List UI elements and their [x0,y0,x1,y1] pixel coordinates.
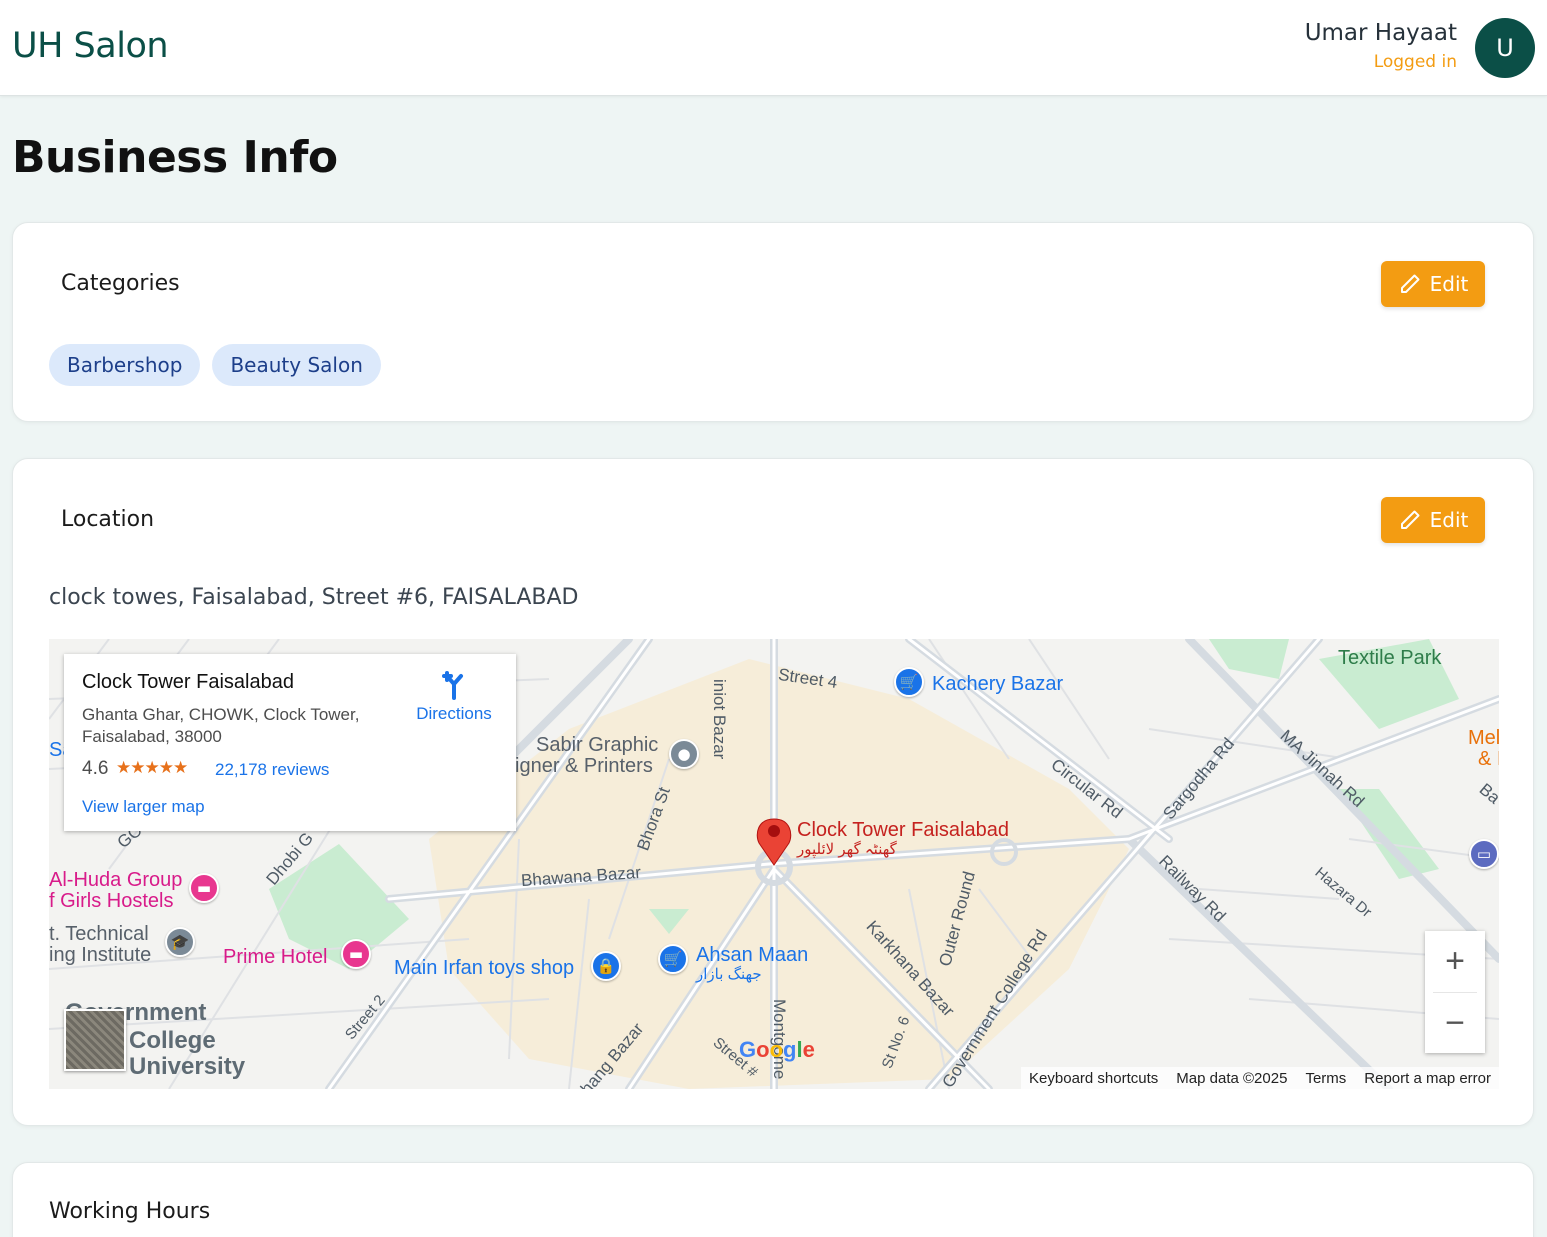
brand-title[interactable]: UH Salon [12,26,169,66]
pencil-icon [1400,510,1420,529]
pencil-icon [1400,274,1420,293]
user-name: Umar Hayaat [1304,20,1457,46]
map-marker-label-urdu: گھنٹہ گھر لائلپور [797,841,897,858]
map-label-sabir-graphic: Sabir Graphic [536,734,659,756]
shopping-cart-icon: 🛒 [894,667,924,697]
map-label-sabir-graphic-2: igner & Printers [515,755,653,777]
location-edit-button[interactable]: Edit [1381,497,1485,543]
map-label-prime-hotel: Prime Hotel [223,946,328,968]
map-label-ahsan-maan-urdu: جھنگ بازار [696,966,762,983]
map-embed[interactable]: Kachery Bazar 🛒 Textile Park Sabir Graph… [49,639,1499,1089]
satellite-toggle[interactable] [64,1009,126,1071]
map-label-kachery-bazar: Kachery Bazar [932,673,1064,695]
reviews-link[interactable]: 22,178 reviews [215,760,329,780]
google-logo: Google [739,1037,815,1062]
place-name: Clock Tower Faisalabad [82,671,294,693]
map-label-al-huda-2: f Girls Hostels [49,890,174,912]
view-larger-map-link[interactable]: View larger map [82,797,205,817]
school-icon: 🎓 [165,927,195,957]
shopping-cart-icon: 🛒 [658,944,688,974]
place-icon: ● [669,739,699,769]
directions-icon [442,671,463,700]
place-address: Ghanta Ghar, CHOWK, Clock Tower, Faisala… [82,705,360,746]
categories-card: Categories Edit Barbershop Beauty Salon [12,222,1534,422]
user-status: Logged in [1373,52,1457,72]
map-label-technical-2: ing Institute [49,944,152,966]
map-footer: Keyboard shortcuts Map data ©2025 Terms … [1021,1067,1499,1089]
business-address: clock towes, Faisalabad, Street #6, FAIS… [49,585,579,610]
location-title: Location [61,507,155,532]
map-marker-label: Clock Tower Faisalabad [797,819,1009,841]
map-label-technical: t. Technical [49,923,149,945]
directions-button[interactable]: Directions [404,670,504,724]
edit-label: Edit [1429,272,1469,296]
page-title: Business Info [12,132,338,183]
map-label-govt-college-2: College [129,1027,216,1054]
hotel-icon: ▬ [189,873,219,903]
map-label-al-huda: Al-Huda Group [49,869,183,891]
map-label-ahsan-maan: Ahsan Maan [696,944,809,966]
hotel-icon: ▬ [341,939,371,969]
edit-label: Edit [1429,508,1469,532]
directions-label: Directions [416,704,492,723]
map-label-main-irfan: Main Irfan toys shop [394,957,575,979]
categories-edit-button[interactable]: Edit [1381,261,1485,307]
categories-title: Categories [61,271,180,296]
bus-icon: ▭ [1469,839,1499,869]
rating-stars-icon: ★★★★★ [116,758,188,777]
category-chip: Barbershop [49,344,201,386]
working-hours-card: Working Hours [12,1162,1534,1237]
avatar[interactable]: U [1475,18,1535,78]
shopping-bag-icon: 🔒 [591,951,621,981]
place-info-card: Clock Tower Faisalabad Ghanta Ghar, CHOW… [64,654,516,831]
top-bar: UH Salon Umar Hayaat Logged in U [0,0,1547,96]
map-data-text: Map data ©2025 [1176,1069,1288,1087]
keyboard-shortcuts-link[interactable]: Keyboard shortcuts [1029,1070,1158,1087]
location-card: Location Edit clock towes, Faisalabad, S… [12,458,1534,1126]
terms-link[interactable]: Terms [1305,1070,1346,1087]
map-zoom-control: + − [1425,931,1485,1053]
map-label-textile-park: Textile Park [1338,647,1442,669]
report-map-error-link[interactable]: Report a map error [1364,1070,1491,1087]
map-label-govt-college-3: University [129,1053,246,1080]
category-chip: Beauty Salon [212,344,381,386]
map-label-chiniot-bazar: iniot Bazar [710,679,729,760]
map-label-mel-2: & I [1478,748,1499,770]
place-rating: 4.6 [82,758,109,779]
zoom-out-button[interactable]: − [1425,993,1485,1054]
map-label-mel: Mel [1468,727,1499,749]
working-hours-title: Working Hours [49,1199,211,1224]
category-chips: Barbershop Beauty Salon [49,344,381,386]
user-info: Umar Hayaat Logged in [1305,20,1457,72]
zoom-in-button[interactable]: + [1425,931,1485,992]
